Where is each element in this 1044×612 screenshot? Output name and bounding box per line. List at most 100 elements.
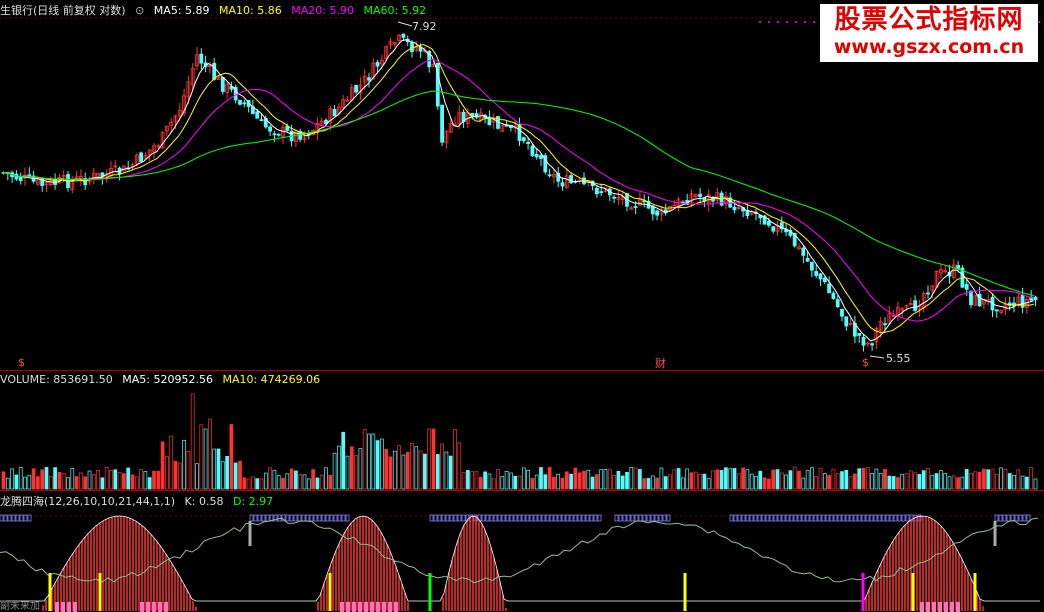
volume-bar (319, 474, 324, 490)
candle-body (835, 299, 840, 308)
volume-bar (100, 477, 105, 490)
indicator-panel[interactable]: 龙腾四海(12,26,10,10,21,44,1,1) K: 0.58 D: 2… (0, 490, 1044, 612)
volume-bar (444, 451, 449, 490)
volume-bar (999, 467, 1003, 490)
volume-bar (18, 466, 23, 490)
candle-body (698, 193, 702, 197)
candle-body (840, 308, 844, 317)
volume-bar (754, 475, 758, 490)
volume-bar (625, 471, 629, 490)
volume-bar (736, 473, 741, 490)
volume-bar (934, 473, 939, 490)
volume-bar (380, 438, 384, 490)
volume-bar (328, 474, 333, 490)
volume-bar (294, 470, 298, 490)
volume-bar (160, 441, 165, 490)
candle-body (569, 175, 573, 184)
volume-bar (332, 452, 337, 490)
volume-bar (410, 443, 414, 490)
candle-body (530, 145, 535, 156)
signal-tick (561, 514, 566, 522)
marker-s-right[interactable]: $ (862, 356, 869, 369)
volume-bar (642, 478, 647, 490)
candle-body (440, 104, 445, 143)
volume-bar (311, 469, 315, 490)
volume-bar (470, 471, 475, 490)
signal-dot (759, 21, 761, 23)
volume-bar (487, 473, 492, 490)
volume-bar (896, 477, 900, 490)
volume-bar (453, 429, 457, 490)
volume-bar (427, 428, 432, 490)
volume-bar (831, 468, 836, 490)
volume-bar (259, 478, 264, 490)
candle-body (276, 133, 281, 136)
volume-bar (392, 450, 397, 490)
candle-body (534, 153, 539, 158)
volume-bar (96, 470, 100, 490)
volume-bar (586, 469, 591, 490)
volume-bar (315, 477, 320, 490)
volume-bar (74, 476, 79, 490)
moving-average-line (1, 39, 1035, 342)
volume-bar (904, 473, 909, 490)
volume-bar (104, 467, 109, 490)
volume-bar (947, 476, 952, 490)
volume-bar (478, 477, 483, 490)
volume-bar (1033, 478, 1038, 490)
collapse-icon[interactable]: ⊙ (135, 4, 144, 17)
volume-bar (638, 469, 642, 490)
volume-bar (853, 473, 857, 490)
candle-body (504, 124, 509, 127)
volume-bar (711, 470, 715, 490)
volume-bar (792, 466, 797, 490)
volume-bar (1016, 469, 1021, 490)
marker-s-left[interactable]: $ (18, 356, 25, 369)
candle-body (732, 206, 737, 211)
indicator-name: 龙腾四海(12,26,10,10,21,44,1,1) (0, 495, 176, 508)
volume-panel[interactable]: VOLUME: 853691.50 MA5: 520952.56 MA10: 4… (0, 370, 1044, 491)
candle-body (268, 126, 273, 132)
signal-tick (481, 514, 486, 522)
volume-bar (306, 478, 311, 490)
volume-bar (797, 470, 801, 490)
volume-bar (818, 467, 823, 490)
volume-bar (681, 477, 685, 490)
volume-chart[interactable] (0, 371, 1044, 491)
volume-bar (994, 473, 999, 490)
volume-bar (195, 463, 199, 490)
volume-bar (242, 477, 247, 490)
volume-bar (156, 470, 161, 490)
signal-dot (777, 21, 779, 23)
indicator-chart[interactable] (0, 491, 1044, 612)
volume-bar (1020, 475, 1025, 490)
volume-bar (500, 476, 505, 490)
volume-bar (827, 475, 831, 490)
candle-body (547, 174, 552, 177)
volume-bar (36, 476, 40, 490)
signal-tick (801, 514, 806, 522)
candle-body (375, 61, 380, 67)
signal-tick (901, 514, 906, 522)
marker-cai[interactable]: 财 (655, 355, 666, 371)
signal-tick (541, 514, 546, 522)
volume-bar (152, 470, 156, 490)
candle-body (861, 336, 866, 346)
volume-bar (397, 445, 401, 490)
volume-bar (964, 469, 969, 490)
signal-tick (441, 514, 446, 522)
volume-bar (801, 477, 806, 490)
volume-bar (44, 467, 49, 490)
volume-bar (212, 448, 217, 490)
volume-bar (951, 475, 956, 490)
signal-tick (261, 514, 266, 522)
candle-body (767, 220, 771, 226)
volume-bar (913, 472, 917, 490)
volume-bar (702, 473, 707, 490)
candle-body (805, 257, 810, 262)
price-panel[interactable]: 生银行(日线 前复权 对数) ⊙ MA5: 5.89 MA10: 5.86 MA… (0, 0, 1044, 370)
candle-body (612, 196, 616, 199)
volume-bar (509, 472, 513, 490)
volume-bar (1012, 475, 1016, 490)
volume-bar (341, 431, 346, 490)
